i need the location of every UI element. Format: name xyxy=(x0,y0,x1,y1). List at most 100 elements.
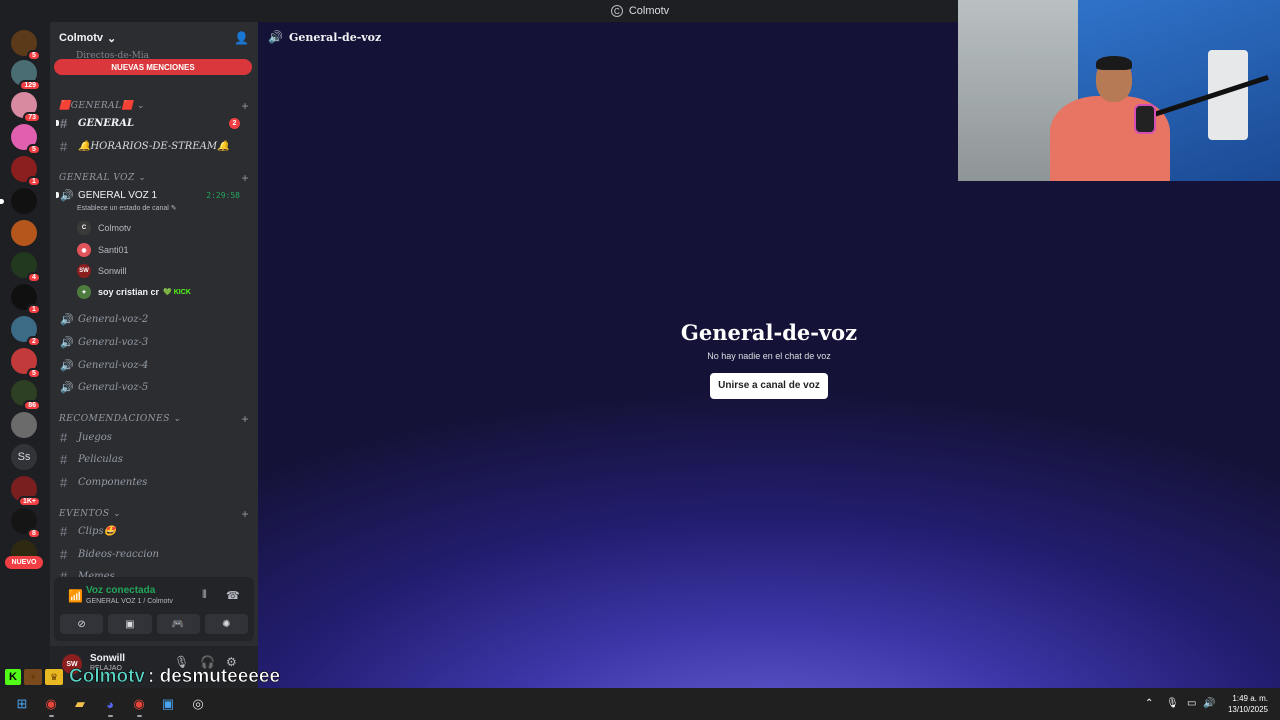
channel-label: General-voz-4 xyxy=(78,359,149,371)
server-label: Ss xyxy=(17,451,31,463)
server-icon[interactable] xyxy=(0,188,37,214)
voice-user[interactable]: ◉ Santi01 xyxy=(77,241,129,259)
signal-icon[interactable]: 📶 xyxy=(68,589,83,603)
channel-label: Juegos xyxy=(78,431,112,443)
channel-general[interactable]: # GENERAL 2 xyxy=(56,113,250,133)
file-explorer-icon[interactable]: ▰ xyxy=(70,694,90,714)
category-general-voz[interactable]: GENERAL VOZ ⌄ + xyxy=(59,171,249,185)
notification-badge: 4 xyxy=(27,272,41,283)
category-label: EVENTOS xyxy=(59,509,110,519)
gamepad-icon: 🎮 xyxy=(171,618,185,630)
speaker-icon: 🔊 xyxy=(60,312,74,326)
voice-channel-general-voz-5[interactable]: 🔊 General-voz-5 xyxy=(58,377,250,397)
channel-videos-reaccion[interactable]: # Bideos-reaccion xyxy=(58,544,250,564)
soundboard-button[interactable]: ✺ xyxy=(204,614,248,634)
notification-badge: 5 xyxy=(27,144,41,155)
guild-name: Colmotv xyxy=(59,32,103,44)
channel-juegos[interactable]: # Juegos xyxy=(58,427,250,447)
window-app-icon[interactable]: ▣ xyxy=(158,694,178,714)
channel-clips[interactable]: # Clips🤩 xyxy=(58,521,250,541)
notification-badge: 1K+ xyxy=(17,496,41,507)
server-icon[interactable]: 5 xyxy=(11,348,41,379)
server-icon[interactable]: 86 xyxy=(11,380,41,411)
new-mentions-button[interactable]: NUEVAS MENCIONES xyxy=(54,59,252,75)
server-icon[interactable]: 1K+ xyxy=(11,476,41,507)
channel-label: GENERAL xyxy=(78,117,135,129)
add-channel-icon[interactable]: + xyxy=(241,171,249,185)
voice-user[interactable]: ✦ soy cristian cr 💚 KICK xyxy=(77,283,191,301)
speaker-icon: 🔊 xyxy=(60,335,74,349)
join-voice-button[interactable]: Unirse a canal de voz xyxy=(710,373,828,399)
chrome-icon[interactable]: ◉ xyxy=(41,694,61,717)
server-icon[interactable]: 129 xyxy=(11,60,41,91)
discord-icon[interactable]: ◕ xyxy=(100,694,120,717)
speaker-icon: 🔊 xyxy=(268,30,283,44)
server-icon[interactable]: 8 xyxy=(11,508,41,539)
server-icon[interactable]: 4 xyxy=(11,252,41,283)
kick-tag: 💚 KICK xyxy=(163,289,191,296)
voice-user[interactable]: C Colmotv xyxy=(77,219,131,237)
notification-badge: 86 xyxy=(23,400,41,411)
notification-badge: 8 xyxy=(27,528,41,539)
add-channel-icon[interactable]: + xyxy=(241,99,249,113)
voice-user[interactable]: SW Sonwill xyxy=(77,262,127,280)
chrome-profile-icon[interactable]: ◉ xyxy=(129,694,149,717)
server-icon[interactable]: 5 xyxy=(11,124,41,155)
voice-connected-title[interactable]: Voz conectada xyxy=(86,585,155,596)
category-eventos[interactable]: EVENTOS ⌄ + xyxy=(59,507,249,521)
channel-horarios[interactable]: # 🔔HORARIOS-DE-STREAM🔔 xyxy=(58,136,250,156)
voice-user-name: Santi01 xyxy=(98,245,129,255)
voice-user-name: Colmotv xyxy=(98,223,132,233)
chevron-up-icon[interactable]: ⌃ xyxy=(1145,698,1153,709)
webcam-overlay xyxy=(958,0,1280,181)
notification-badge: 1 xyxy=(27,304,41,315)
voice-channel-general-voz-4[interactable]: 🔊 General-voz-4 xyxy=(58,355,250,375)
system-clock[interactable]: 1:49 a. m. 13/10/2025 xyxy=(1228,693,1268,715)
server-icon[interactable]: 1 xyxy=(11,156,41,187)
user-name[interactable]: Sonwill xyxy=(90,653,125,664)
noise-suppression-icon[interactable]: ⦀ xyxy=(202,589,207,602)
category-general[interactable]: 🟥GENERAL🟥 ⌄ + xyxy=(59,99,249,113)
channel-componentes[interactable]: # Componentes xyxy=(58,472,250,492)
notification-badge: 5 xyxy=(27,50,41,61)
obs-icon[interactable]: ◎ xyxy=(188,694,208,714)
network-icon[interactable]: ▭ xyxy=(1187,698,1196,709)
guild-header[interactable]: Colmotv ⌄ 👤 xyxy=(50,22,258,54)
channel-label: General-voz-2 xyxy=(78,313,149,325)
avatar: SW xyxy=(77,264,91,278)
invite-people-icon[interactable]: 👤 xyxy=(234,31,249,45)
channel-peliculas[interactable]: # Peliculas xyxy=(58,449,250,469)
server-icon[interactable] xyxy=(11,220,37,246)
kick-logo-icon: K xyxy=(5,669,21,685)
hash-icon: # xyxy=(60,474,68,490)
camera-toggle-button[interactable]: ⊘ xyxy=(60,614,104,634)
crown-icon: ♛ xyxy=(45,669,63,685)
server-icon[interactable]: 2 xyxy=(11,316,41,347)
disconnect-icon[interactable]: ☎ xyxy=(226,589,240,602)
activities-button[interactable]: 🎮 xyxy=(156,614,200,634)
server-icon[interactable]: Ss xyxy=(11,444,37,470)
add-channel-icon[interactable]: + xyxy=(241,507,249,521)
server-icon[interactable]: 73 xyxy=(11,92,41,123)
avatar: C xyxy=(77,221,91,235)
server-icon[interactable]: 1 xyxy=(11,284,41,315)
screen-share-button[interactable]: ▣ xyxy=(108,614,152,634)
voice-channel-status[interactable]: Establece un estado de canal ✎ xyxy=(77,204,177,212)
category-label: GENERAL VOZ xyxy=(59,173,135,183)
server-icon[interactable] xyxy=(11,412,37,438)
voice-channel-general-voz-3[interactable]: 🔊 General-voz-3 xyxy=(58,332,250,352)
category-recomendaciones[interactable]: RECOMENDACIONES ⌄ + xyxy=(59,412,249,426)
chevron-down-icon: ⌄ xyxy=(107,32,117,45)
volume-icon[interactable]: 🔊 xyxy=(1203,698,1215,709)
microphone-tray-icon[interactable]: 🎙 xyxy=(1166,698,1179,709)
channel-label: Peliculas xyxy=(78,453,123,465)
voice-channel-general-voz-2[interactable]: 🔊 General-voz-2 xyxy=(58,309,250,329)
avatar: ◉ xyxy=(77,243,91,257)
windows-start-icon[interactable]: ⊞ xyxy=(12,694,32,714)
add-channel-icon[interactable]: + xyxy=(241,412,249,426)
voice-connected-subtitle[interactable]: GENERAL VOZ 1 / Colmotv xyxy=(86,598,173,605)
notification-badge: 129 xyxy=(19,80,41,91)
clock-time: 1:49 a. m. xyxy=(1232,694,1268,703)
voice-channel-general-voz-1[interactable]: 🔊 GENERAL VOZ 1 2:29:58 xyxy=(56,185,250,205)
server-icon[interactable]: 5 xyxy=(11,30,41,61)
